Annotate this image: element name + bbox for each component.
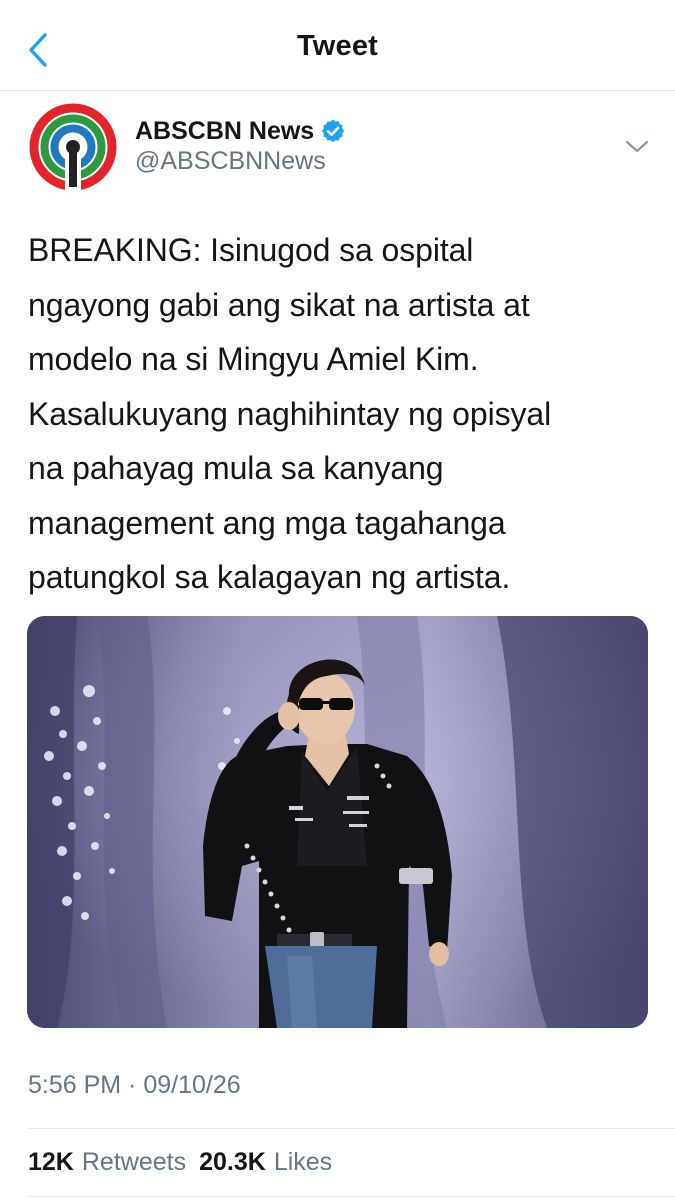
avatar[interactable] bbox=[27, 101, 119, 193]
tweet-photo[interactable] bbox=[27, 616, 648, 1028]
tweet-timestamp: 5:56 PM · 09/10/26 bbox=[28, 1070, 241, 1099]
likes-count: 20.3K bbox=[199, 1147, 266, 1176]
chevron-down-icon bbox=[625, 140, 649, 153]
divider bbox=[28, 1196, 675, 1197]
tweet-text: BREAKING: Isinugod sa ospital ngayong ga… bbox=[28, 232, 552, 595]
abscbn-logo bbox=[29, 103, 117, 193]
page-title: Tweet bbox=[296, 30, 379, 62]
author-handle[interactable]: @ABSCBNNews bbox=[135, 147, 326, 176]
likes-label: Likes bbox=[273, 1147, 333, 1176]
tweet-menu-button[interactable] bbox=[620, 132, 654, 162]
top-nav-bar: Tweet bbox=[0, 0, 675, 91]
performer-photo bbox=[27, 616, 648, 1028]
tweet-stats: 12K Retweets 20.3K Likes bbox=[28, 1142, 332, 1182]
retweets-stat[interactable]: 12K Retweets bbox=[28, 1148, 186, 1177]
retweets-label: Retweets bbox=[81, 1147, 187, 1176]
author-name-row[interactable]: ABSCBN News bbox=[135, 113, 346, 149]
retweets-count: 12K bbox=[28, 1147, 74, 1176]
divider bbox=[28, 1128, 675, 1129]
author-name: ABSCBN News bbox=[135, 116, 315, 145]
likes-stat[interactable]: 20.3K Likes bbox=[199, 1148, 332, 1177]
tweet-detail-screen: Tweet ABSCBN News @ABSCBNNews BREAKING: … bbox=[0, 0, 675, 1200]
verified-badge-icon bbox=[322, 119, 345, 143]
